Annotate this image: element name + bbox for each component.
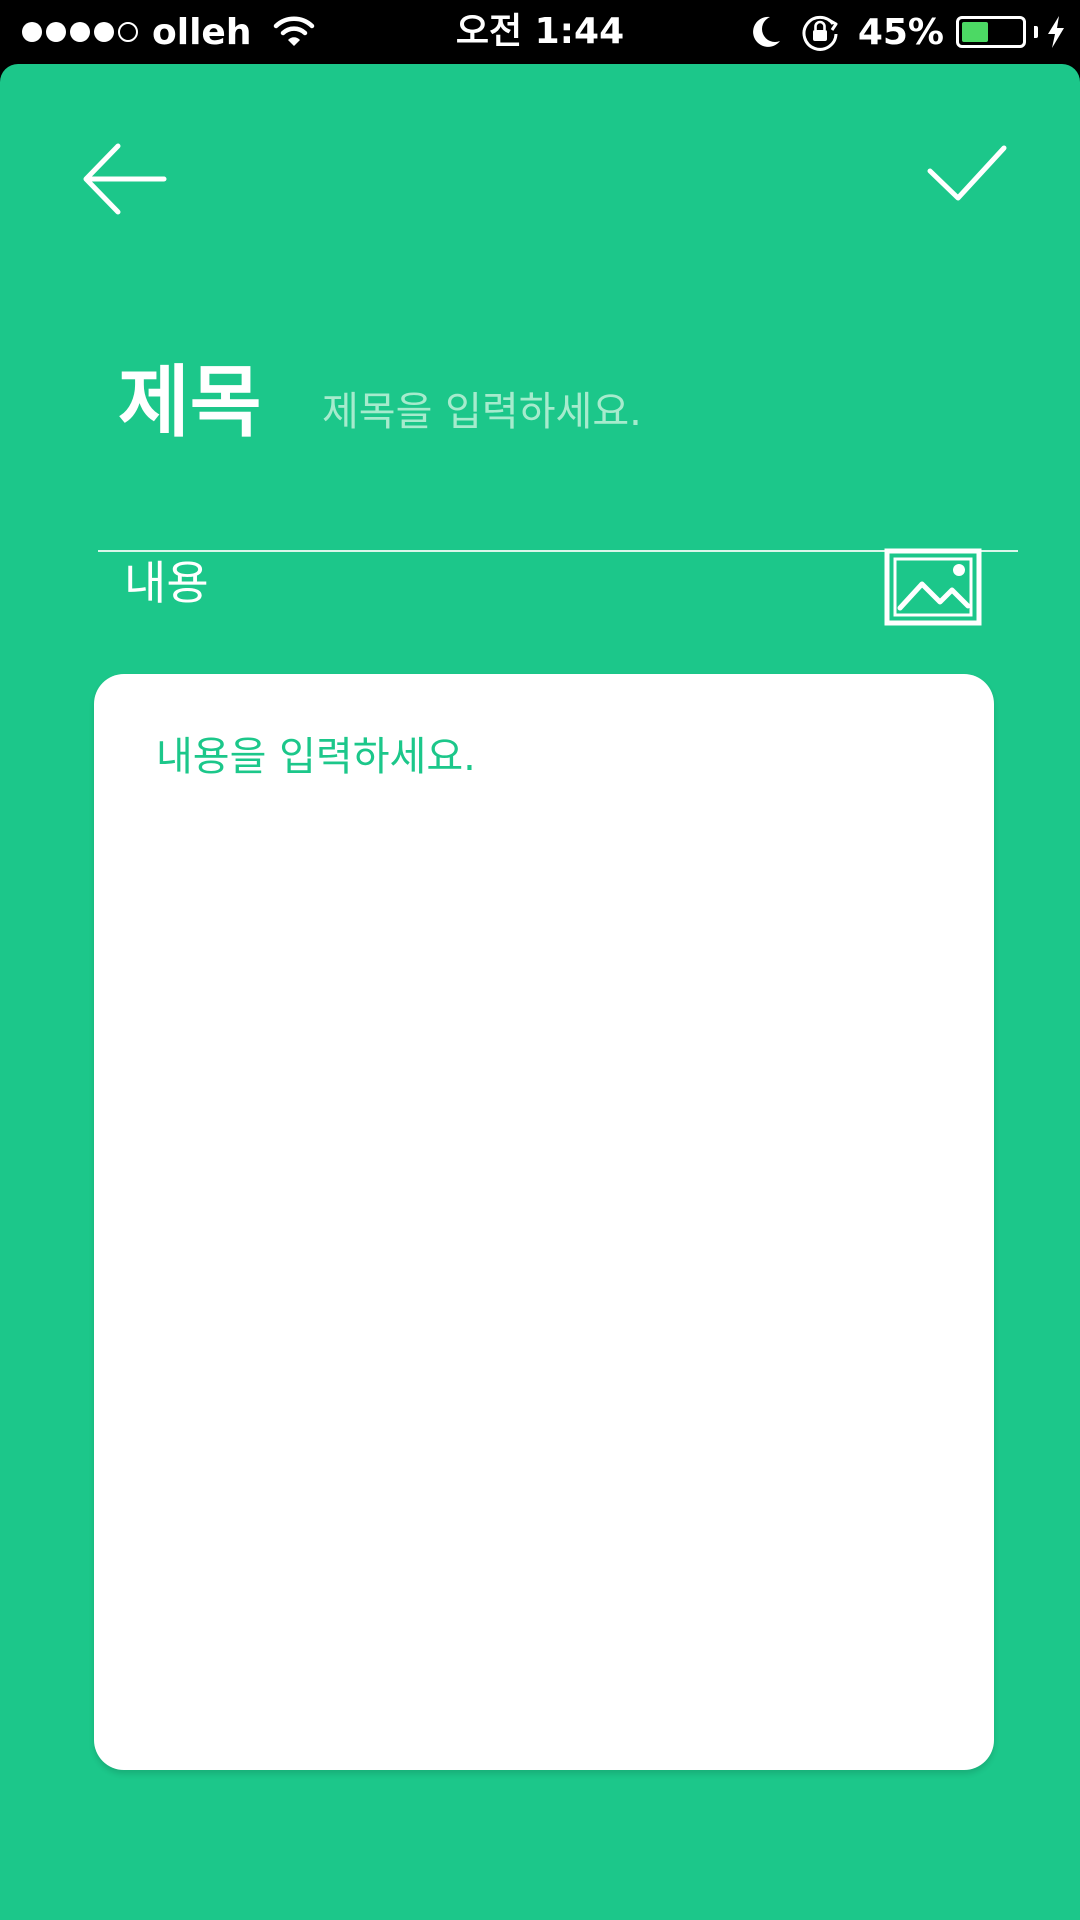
status-right: 45% [750, 8, 1066, 56]
battery-percent: 45% [857, 11, 944, 53]
content-label: 내용 [124, 556, 209, 610]
rotation-lock-icon [802, 15, 838, 51]
battery-icon [956, 16, 1026, 48]
battery-level-fill [962, 22, 989, 42]
moon-icon [752, 16, 780, 47]
checkmark-icon[interactable] [924, 126, 1010, 212]
content-textarea[interactable] [156, 724, 936, 1724]
title-label: 제목 [118, 358, 262, 448]
arrow-left-icon[interactable] [80, 134, 170, 224]
image-icon[interactable] [884, 548, 982, 626]
charging-bolt-icon [1048, 16, 1064, 48]
note-editor-screen: 제목 내용 [0, 64, 1080, 1920]
title-input[interactable] [322, 382, 992, 442]
battery-tip [1034, 26, 1038, 38]
status-bar: olleh 오전 1:44 45% [0, 0, 1080, 64]
content-card [94, 674, 994, 1770]
title-divider [98, 550, 1018, 552]
